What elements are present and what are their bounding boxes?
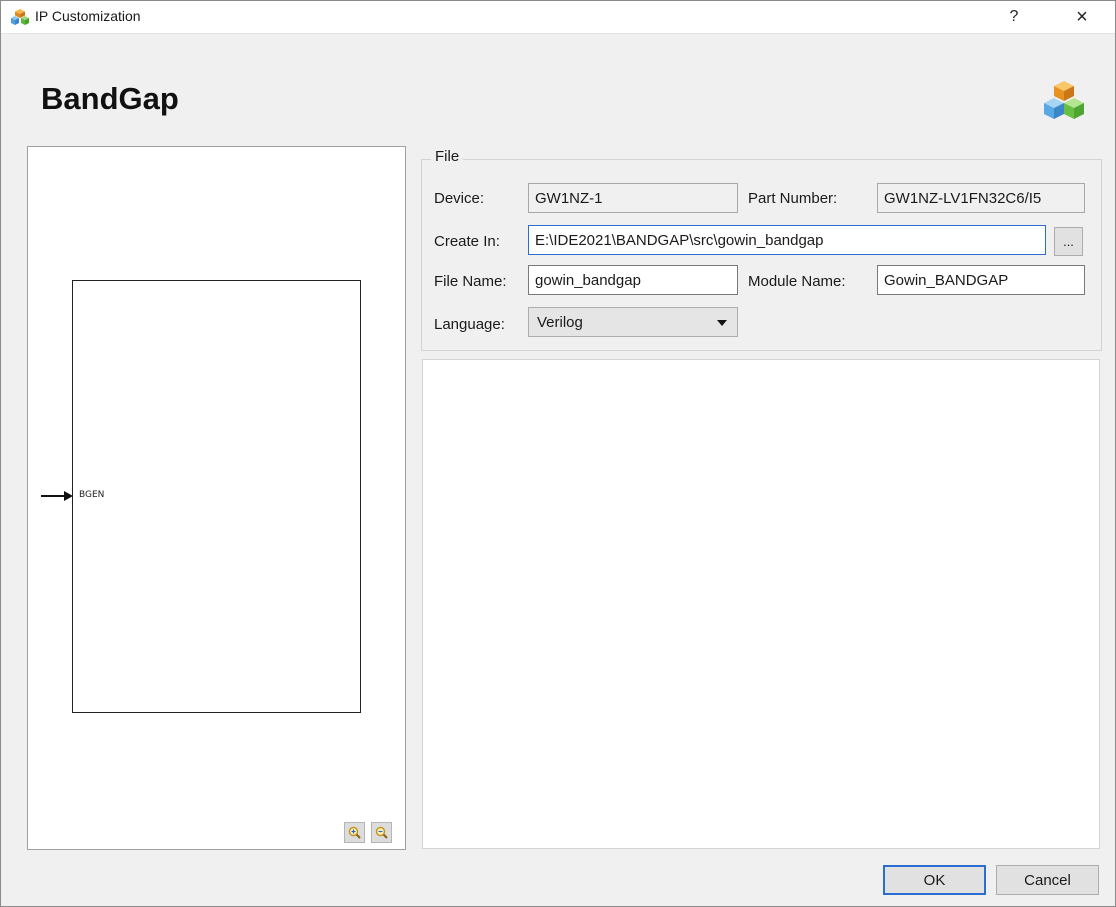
zoom-in-button[interactable] — [344, 822, 365, 843]
create-in-input[interactable]: E:\IDE2021\BANDGAP\src\gowin_bandgap — [528, 225, 1046, 255]
symbol-preview-panel: BGEN — [27, 146, 406, 850]
port-arrow-icon — [64, 491, 73, 501]
ok-button[interactable]: OK — [883, 865, 986, 895]
language-select-value: Verilog — [537, 313, 583, 331]
zoom-in-icon — [348, 826, 361, 839]
ip-customization-dialog: IP Customization ? × BandGap BGEN File D… — [0, 0, 1116, 907]
cubes-icon — [11, 9, 29, 25]
chevron-down-icon — [717, 320, 727, 326]
module-name-input[interactable]: Gowin_BANDGAP — [877, 265, 1085, 295]
file-name-input[interactable]: gowin_bandgap — [528, 265, 738, 295]
device-label: Device: — [434, 190, 485, 207]
create-in-label: Create In: — [434, 233, 500, 250]
zoom-out-button[interactable] — [371, 822, 392, 843]
title-bar: IP Customization ? × — [1, 1, 1115, 34]
file-group-label: File — [431, 148, 464, 165]
module-name-label: Module Name: — [748, 273, 846, 290]
part-number-label: Part Number: — [748, 190, 838, 207]
device-field: GW1NZ-1 — [528, 183, 738, 213]
window-title: IP Customization — [35, 8, 141, 24]
part-number-field: GW1NZ-LV1FN32C6/I5 — [877, 183, 1085, 213]
browse-button[interactable]: ... — [1054, 227, 1083, 256]
module-symbol-block — [72, 280, 361, 713]
info-panel — [422, 359, 1100, 849]
file-name-label: File Name: — [434, 273, 507, 290]
close-button[interactable]: × — [1059, 1, 1105, 33]
language-label: Language: — [434, 316, 505, 333]
zoom-out-icon — [375, 826, 388, 839]
cancel-button[interactable]: Cancel — [996, 865, 1099, 895]
help-button[interactable]: ? — [991, 1, 1037, 33]
port-label-bgen: BGEN — [79, 490, 105, 500]
cubes-icon — [1044, 81, 1084, 119]
language-select[interactable]: Verilog — [528, 307, 738, 337]
page-title: BandGap — [41, 81, 179, 116]
